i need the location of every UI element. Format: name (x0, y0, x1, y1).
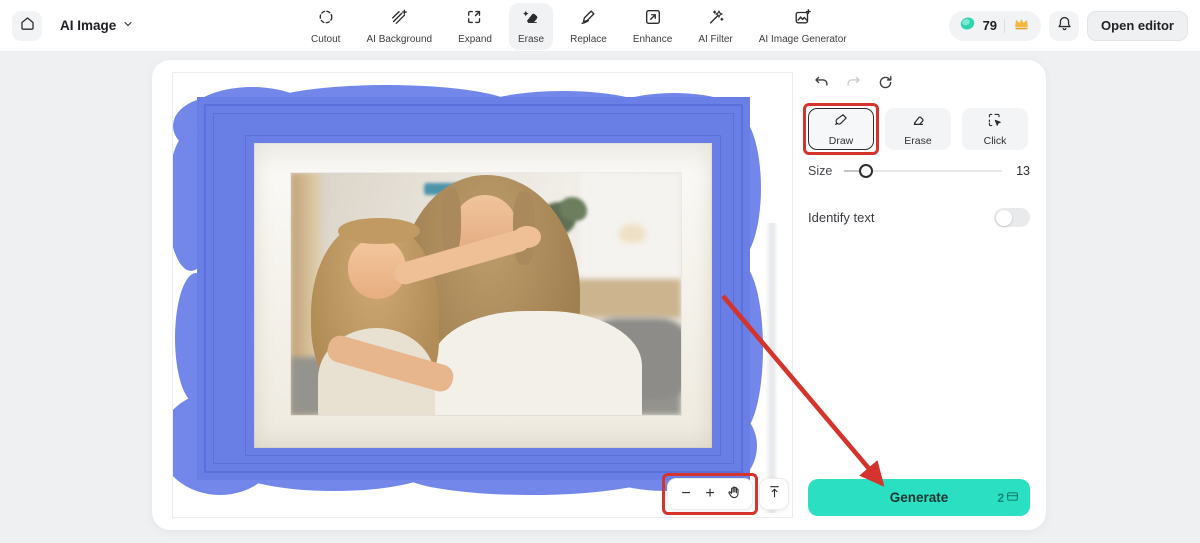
identify-text-label: Identify text (808, 210, 875, 225)
tool-ai-filter[interactable]: AI Filter (689, 3, 741, 50)
zoom-controls: − + (667, 478, 753, 510)
zoom-in-button[interactable]: + (698, 480, 722, 508)
photo-plant (560, 197, 588, 222)
plus-icon: + (705, 485, 715, 502)
brush-icon (833, 112, 849, 133)
replace-icon (579, 8, 597, 31)
cutout-icon (317, 8, 335, 31)
coin-icon (959, 15, 976, 37)
size-value: 13 (1016, 164, 1030, 178)
erase-mode-button[interactable]: Erase (885, 108, 951, 150)
bell-icon (1056, 15, 1073, 37)
credits-count: 79 (982, 18, 998, 33)
editor-card: − + Draw Erase Click Size 13 Identify te… (152, 60, 1046, 530)
tool-ai-image-generator[interactable]: AI Image Generator (750, 3, 856, 50)
reset-button[interactable] (874, 74, 896, 96)
upload-icon (767, 484, 782, 504)
canvas-controls: − + (662, 473, 789, 515)
tool-label: Replace (570, 33, 607, 45)
mother-shirt (431, 310, 642, 415)
chevron-down-icon (122, 17, 134, 35)
eraser-icon (910, 112, 926, 133)
minus-icon: − (681, 485, 691, 502)
tool-label: Cutout (311, 33, 341, 45)
identify-text-row: Identify text (808, 208, 1030, 227)
daughter-hand (513, 226, 541, 248)
home-button[interactable] (12, 10, 42, 41)
credit-cost-icon (1006, 490, 1019, 506)
size-slider[interactable] (844, 164, 1002, 178)
toggle-knob (996, 209, 1012, 226)
draw-mode-wrap: Draw (803, 103, 879, 155)
zoom-controls-wrap: − + (662, 473, 758, 515)
slider-knob[interactable] (858, 164, 873, 178)
click-mode-button[interactable]: Click (962, 108, 1028, 150)
tool-label: AI Filter (698, 33, 733, 45)
redo-icon (845, 74, 862, 96)
crown-icon (1012, 14, 1031, 38)
tool-label: Expand (458, 33, 492, 45)
tool-expand[interactable]: Expand (449, 3, 501, 50)
mode-label: Click (983, 134, 1007, 147)
undo-button[interactable] (810, 74, 832, 96)
tool-cutout[interactable]: Cutout (302, 3, 349, 50)
photo-mother-daughter (291, 173, 681, 415)
redo-button[interactable] (842, 74, 864, 96)
generate-cost-value: 2 (997, 490, 1004, 505)
undo-icon (813, 74, 830, 96)
header-right: 79 Open editor (948, 10, 1188, 41)
tools-toolbar: Cutout AI Background Expand Erase Replac… (302, 0, 856, 52)
generate-button[interactable]: Generate 2 (808, 479, 1030, 516)
enhance-icon (644, 8, 662, 31)
brush-size-row: Size 13 (808, 164, 1030, 178)
tool-erase[interactable]: Erase (509, 2, 554, 50)
size-label: Size (808, 164, 833, 178)
mother-hair-strand (441, 187, 461, 256)
canvas-shade (765, 223, 778, 513)
identify-text-toggle[interactable] (994, 208, 1030, 227)
open-editor-label: Open editor (1101, 18, 1174, 33)
ai-image-generator-icon (794, 8, 812, 31)
product-switcher[interactable]: AI Image (60, 17, 134, 35)
tool-label: AI Image Generator (758, 33, 847, 45)
history-row (808, 74, 1030, 96)
open-editor-button[interactable]: Open editor (1087, 10, 1188, 41)
tool-label: AI Background (366, 33, 433, 45)
mode-label: Draw (828, 134, 854, 147)
edit-canvas[interactable]: − + (172, 72, 793, 518)
click-select-icon (987, 112, 1003, 133)
tool-label: Erase (518, 33, 545, 45)
ai-filter-icon (707, 8, 725, 31)
daughter-bangs (337, 217, 420, 245)
hand-icon (726, 484, 742, 505)
zoom-out-button[interactable]: − (674, 480, 698, 508)
pan-button[interactable] (722, 480, 746, 508)
draw-mode-button[interactable]: Draw (808, 108, 874, 150)
tool-replace[interactable]: Replace (561, 3, 616, 50)
expand-icon (466, 8, 484, 31)
tool-ai-background[interactable]: AI Background (357, 3, 441, 50)
generate-label: Generate (889, 490, 949, 505)
tool-label: Enhance (632, 33, 673, 45)
divider (1004, 18, 1006, 33)
tool-enhance[interactable]: Enhance (624, 3, 681, 50)
erase-icon (522, 8, 540, 31)
top-header: AI Image Cutout AI Background Expand Era… (0, 0, 1200, 52)
erase-tool-panel: Draw Erase Click Size 13 Identify text G… (803, 74, 1030, 516)
notifications-button[interactable] (1049, 10, 1080, 41)
product-label: AI Image (60, 18, 117, 33)
mask-mode-buttons: Draw Erase Click (803, 103, 1030, 155)
generate-cost: 2 (997, 479, 1019, 516)
home-icon (19, 15, 36, 37)
credits-pill[interactable]: 79 (948, 10, 1042, 41)
reset-icon (877, 74, 894, 96)
mode-label: Erase (904, 134, 932, 147)
photo-lamp (618, 223, 646, 244)
upload-button[interactable] (759, 478, 789, 510)
ai-background-icon (390, 8, 408, 31)
